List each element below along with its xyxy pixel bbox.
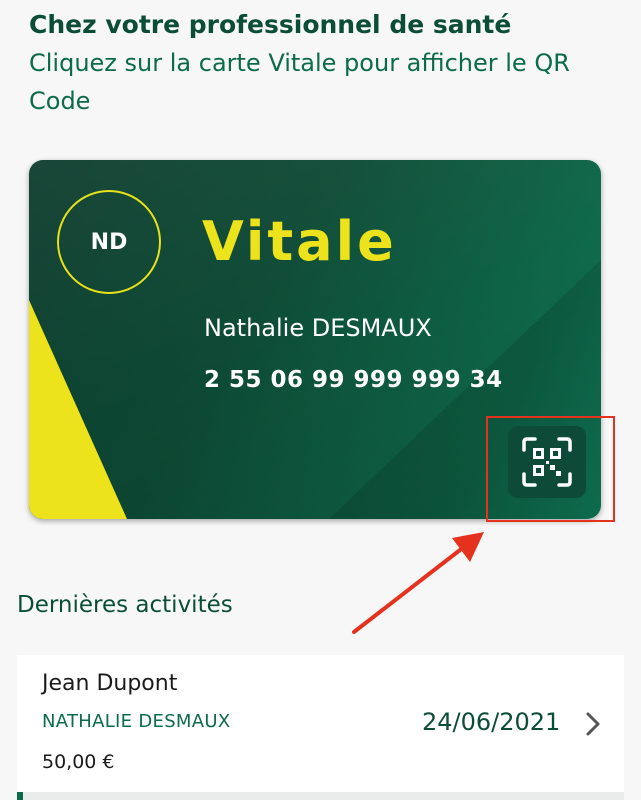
qr-code-button[interactable] bbox=[508, 426, 586, 498]
card-holder-name: Nathalie DESMAUX bbox=[204, 314, 432, 342]
qr-code-icon bbox=[522, 437, 572, 487]
activity-patient: NATHALIE DESMAUX bbox=[42, 711, 231, 732]
header: Chez votre professionnel de santé Clique… bbox=[29, 6, 629, 120]
card-brand: Vitale bbox=[202, 210, 397, 273]
activity-item[interactable]: Jean Dupont NATHALIE DESMAUX 50,00 € 24/… bbox=[17, 655, 624, 792]
annotation-arrow bbox=[352, 532, 484, 634]
activity-date: 24/06/2021 bbox=[422, 708, 561, 736]
next-activity-marker bbox=[17, 792, 23, 800]
page-subtitle: Cliquez sur la carte Vitale pour affiche… bbox=[29, 49, 570, 115]
card-number: 2 55 06 99 999 999 34 bbox=[204, 367, 503, 393]
avatar-initials: ND bbox=[57, 190, 161, 294]
activities-title: Dernières activités bbox=[17, 592, 233, 618]
activity-practitioner: Jean Dupont bbox=[42, 671, 178, 696]
page-title: Chez votre professionnel de santé bbox=[29, 10, 512, 39]
next-activity-edge bbox=[17, 792, 624, 800]
vitale-card[interactable]: ND Vitale Nathalie DESMAUX 2 55 06 99 99… bbox=[29, 160, 601, 519]
chevron-right-icon bbox=[586, 712, 600, 736]
activity-amount: 50,00 € bbox=[42, 751, 115, 773]
